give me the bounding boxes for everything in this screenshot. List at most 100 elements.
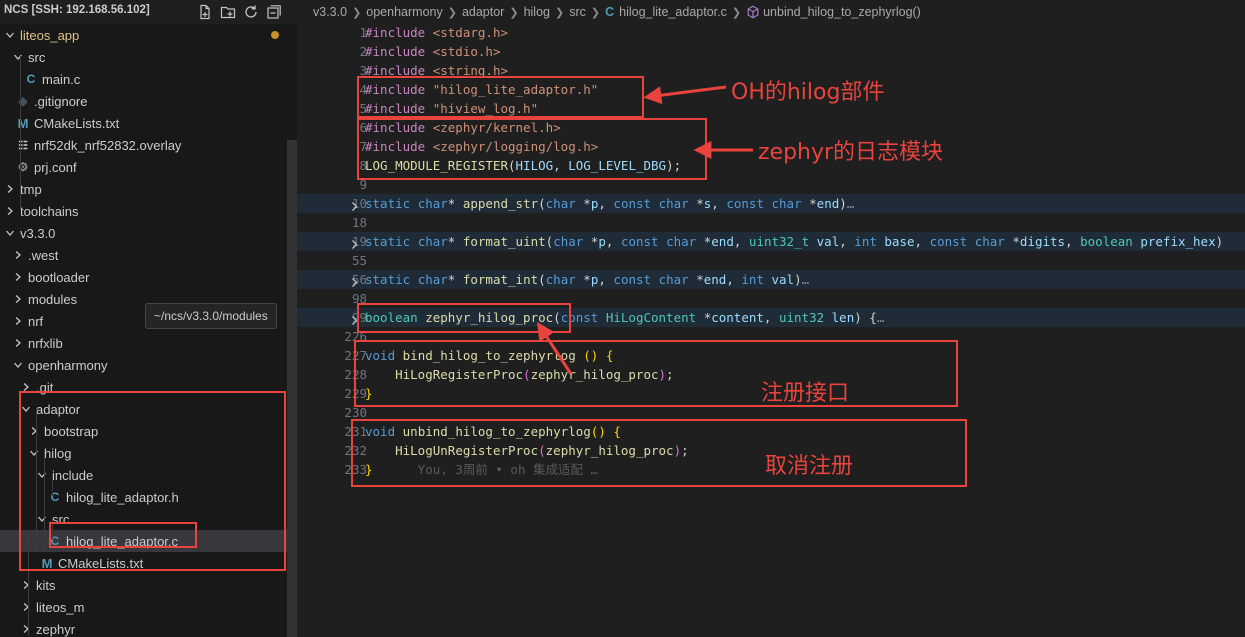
code-line[interactable]: 18 <box>297 213 1245 232</box>
code-token: ; <box>666 367 674 382</box>
code-line[interactable]: 55 <box>297 251 1245 270</box>
code-token: static <box>365 196 418 211</box>
breadcrumb-item[interactable]: src <box>569 5 586 19</box>
chevron-down-icon[interactable] <box>12 357 24 373</box>
chevron-down-icon[interactable] <box>4 225 16 241</box>
tree-file[interactable]: ◆ .gitignore <box>0 90 287 112</box>
tree-folder[interactable]: liteos_m <box>0 596 287 618</box>
code-token: bind_hilog_to_zephyrlog <box>402 348 584 363</box>
chevron-right-icon[interactable] <box>12 313 24 329</box>
code-token: * <box>696 196 704 211</box>
tree-folder[interactable]: bootstrap <box>0 420 287 442</box>
code-line[interactable]: 19 static char* format_uint(char *p, cons… <box>297 232 1245 251</box>
code-token: * <box>696 272 704 287</box>
code-line[interactable]: 226 <box>297 327 1245 346</box>
line-number: 233 <box>344 462 367 477</box>
line-number: 2 <box>359 44 367 59</box>
tree-folder[interactable]: .west <box>0 244 287 266</box>
tree-file[interactable]: ☷ nrf52dk_nrf52832.overlay <box>0 134 287 156</box>
code-token: val <box>771 272 795 287</box>
code-token: append_str <box>462 196 539 211</box>
tree-folder[interactable]: openharmony <box>0 354 287 376</box>
sidebar-scrollbar[interactable] <box>287 140 297 637</box>
chevron-right-icon[interactable] <box>4 181 16 197</box>
chevron-right-icon: ❯ <box>447 6 457 19</box>
tree-item-label: .git <box>36 379 54 395</box>
devicetree-file-icon: ☷ <box>18 139 28 152</box>
breadcrumb-symbol[interactable]: unbind_hilog_to_zephyrlog() <box>763 5 921 19</box>
breadcrumb-item[interactable]: adaptor <box>462 5 504 19</box>
chevron-down-icon[interactable] <box>12 49 24 65</box>
code-text: } You, 3周前 • oh 集成适配 … <box>365 460 598 479</box>
git-file-icon: ◆ <box>18 94 28 108</box>
chevron-right-icon[interactable] <box>28 423 40 439</box>
code-line[interactable]: 9 <box>297 175 1245 194</box>
code-token: ( <box>538 196 546 211</box>
tree-folder[interactable]: .git <box>0 376 287 398</box>
code-line[interactable]: 231 void unbind_hilog_to_zephyrlog() { <box>297 422 1245 441</box>
code-line[interactable]: 227 void bind_hilog_to_zephyrlog () { <box>297 346 1245 365</box>
fold-chevron-icon[interactable] <box>349 198 360 211</box>
chevron-right-icon[interactable] <box>20 599 32 615</box>
tree-folder[interactable]: toolchains <box>0 200 287 222</box>
tree-folder[interactable]: bootloader <box>0 266 287 288</box>
code-token: <stdio.h> <box>432 44 501 59</box>
code-token: <zephyr/logging/log.h> <box>432 139 599 154</box>
tree-file[interactable]: M CMakeLists.txt <box>0 552 287 574</box>
code-token: "hilog_lite_adaptor.h" <box>432 82 599 97</box>
line-number: 232 <box>344 443 367 458</box>
tree-folder[interactable]: adaptor <box>0 398 287 420</box>
code-token: uint32 <box>778 310 832 325</box>
refresh-icon[interactable] <box>243 4 259 20</box>
chevron-right-icon[interactable] <box>20 379 32 395</box>
chevron-right-icon[interactable] <box>12 291 24 307</box>
function-symbol-icon <box>746 5 760 19</box>
tree-folder[interactable]: v3.3.0 <box>0 222 287 244</box>
chevron-right-icon[interactable] <box>12 269 24 285</box>
breadcrumb-item[interactable]: v3.3.0 <box>313 5 347 19</box>
chevron-right-icon[interactable] <box>20 577 32 593</box>
line-number: 226 <box>344 329 367 344</box>
line-number: 229 <box>344 386 367 401</box>
chevron-right-icon[interactable] <box>12 335 24 351</box>
chevron-down-icon[interactable] <box>36 511 48 527</box>
code-line[interactable]: 99 boolean zephyr_hilog_proc(const HiLogC… <box>297 308 1245 327</box>
tree-item-label: openharmony <box>28 357 108 373</box>
new-file-icon[interactable] <box>197 4 213 20</box>
tree-folder[interactable]: tmp <box>0 178 287 200</box>
code-line[interactable]: 2 #include <stdio.h> <box>297 42 1245 61</box>
code-line[interactable]: 56 static char* format_int(char *p, const… <box>297 270 1245 289</box>
collapse-all-icon[interactable] <box>266 4 282 20</box>
chevron-down-icon[interactable] <box>20 401 32 417</box>
tree-folder[interactable]: src <box>0 46 287 68</box>
tree-file[interactable]: M CMakeLists.txt <box>0 112 287 134</box>
breadcrumb-file[interactable]: hilog_lite_adaptor.c <box>619 5 727 19</box>
chevron-down-icon[interactable] <box>4 27 16 43</box>
code-line[interactable]: 10 static char* append_str(char *p, const… <box>297 194 1245 213</box>
chevron-down-icon[interactable] <box>28 445 40 461</box>
tree-folder[interactable]: kits <box>0 574 287 596</box>
fold-chevron-icon[interactable] <box>349 312 360 325</box>
code-line[interactable]: 98 <box>297 289 1245 308</box>
chevron-down-icon[interactable] <box>36 467 48 483</box>
tree-item-label: kits <box>36 577 56 593</box>
fold-chevron-icon[interactable] <box>349 236 360 249</box>
chevron-right-icon[interactable] <box>20 621 32 637</box>
chevron-right-icon[interactable] <box>4 203 16 219</box>
code-token: * <box>447 234 463 249</box>
chevron-right-icon: ❯ <box>555 6 565 19</box>
breadcrumb-item[interactable]: hilog <box>524 5 550 19</box>
tree-folder[interactable]: zephyr <box>0 618 287 637</box>
tree-folder[interactable]: nrfxlib <box>0 332 287 354</box>
tree-file[interactable]: Cmain.c <box>0 68 287 90</box>
chevron-right-icon[interactable] <box>12 247 24 263</box>
new-folder-icon[interactable] <box>220 4 236 20</box>
breadcrumb-item[interactable]: openharmony <box>366 5 442 19</box>
git-blame-hint: You, 3周前 • oh 集成适配 … <box>372 462 599 477</box>
tree-folder[interactable]: liteos_app <box>0 24 287 46</box>
code-token: HiLogRegisterProc <box>395 367 524 382</box>
line-number: 55 <box>351 253 367 268</box>
fold-chevron-icon[interactable] <box>349 274 360 287</box>
tree-file[interactable]: ⚙ prj.conf <box>0 156 287 178</box>
code-line[interactable]: 1 #include <stdarg.h> <box>297 23 1245 42</box>
